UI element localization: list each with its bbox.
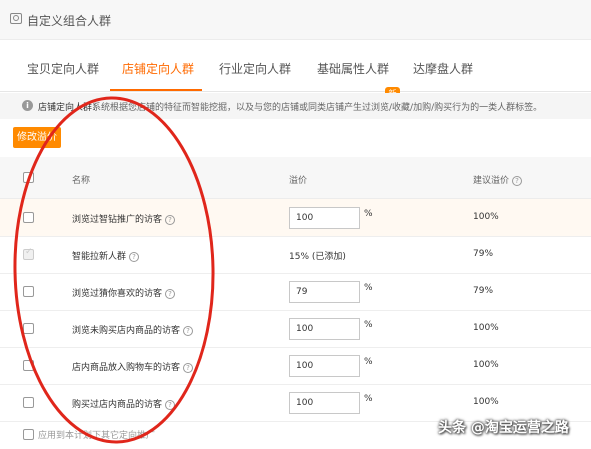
tab-damopan[interactable]: 达摩盘人群 bbox=[413, 60, 473, 77]
help-icon[interactable]: ? bbox=[165, 399, 176, 410]
row-checkbox[interactable] bbox=[23, 286, 34, 297]
help-icon[interactable]: ? bbox=[183, 362, 194, 373]
row-name-text: 浏览过猜你喜欢的访客 bbox=[72, 289, 163, 299]
user-group-icon bbox=[10, 13, 22, 24]
table-row: 店内商品放入购物车的访客? 100 % 100% bbox=[0, 347, 591, 385]
tab-shop-targeting[interactable]: 店铺定向人群 bbox=[122, 60, 194, 77]
premium-input[interactable]: 100 bbox=[289, 207, 360, 229]
panel-header: 自定义组合人群 bbox=[0, 0, 591, 40]
percent-unit: % bbox=[364, 357, 373, 367]
suggested-premium: 100% bbox=[473, 323, 499, 333]
premium-input[interactable]: 100 bbox=[289, 318, 360, 340]
row-name: 浏览过智钻推广的访客? bbox=[72, 212, 176, 225]
info-description: 系统根据您店铺的特征而智能挖掘，以及与您的店铺或同类店铺产生过浏览/收藏/加购/… bbox=[92, 103, 543, 113]
row-name-text: 店内商品放入购物车的访客 bbox=[72, 363, 181, 373]
row-name: 购买过店内商品的访客? bbox=[72, 397, 176, 410]
row-name-text: 智能拉新人群 bbox=[72, 252, 127, 262]
tab-bar: 宝贝定向人群 店铺定向人群 行业定向人群 基础属性人群 达摩盘人群 新 bbox=[0, 40, 591, 101]
column-premium: 溢价 bbox=[289, 176, 308, 186]
column-name: 名称 bbox=[72, 176, 91, 186]
apply-to-plan-label: 应用到本计划下其它定向推广 bbox=[38, 431, 156, 441]
help-icon[interactable]: ? bbox=[183, 325, 194, 336]
row-name: 浏览过猜你喜欢的访客? bbox=[72, 286, 176, 299]
active-tab-indicator bbox=[110, 89, 202, 91]
edit-premium-button[interactable]: 修改溢价 bbox=[13, 127, 61, 148]
suggested-premium: 79% bbox=[473, 286, 494, 296]
row-checkbox[interactable] bbox=[23, 360, 34, 371]
tab-item-targeting[interactable]: 宝贝定向人群 bbox=[27, 60, 99, 77]
panel-title: 自定义组合人群 bbox=[27, 14, 112, 28]
row-checkbox-disabled bbox=[23, 247, 34, 260]
premium-input[interactable]: 79 bbox=[289, 281, 360, 303]
table-row: 浏览未购买店内商品的访客? 100 % 100% bbox=[0, 310, 591, 348]
premium-added-text: 15% (已添加) bbox=[289, 252, 346, 262]
select-all-checkbox[interactable] bbox=[23, 172, 34, 183]
info-bar: i 店铺定向人群： 系统根据您店铺的特征而智能挖掘，以及与您的店铺或同类店铺产生… bbox=[0, 93, 591, 119]
row-checkbox[interactable] bbox=[23, 323, 34, 334]
table-row: 浏览过智钻推广的访客? 100 % 100% bbox=[0, 199, 591, 237]
suggested-premium: 100% bbox=[473, 212, 499, 222]
help-icon[interactable]: ? bbox=[512, 175, 523, 186]
row-name: 智能拉新人群? bbox=[72, 249, 140, 262]
row-name-text: 浏览未购买店内商品的访客 bbox=[72, 326, 181, 336]
row-name-text: 购买过店内商品的访客 bbox=[72, 400, 163, 410]
row-name: 浏览未购买店内商品的访客? bbox=[72, 323, 194, 336]
percent-unit: % bbox=[364, 394, 373, 404]
apply-to-plan-checkbox[interactable] bbox=[23, 429, 34, 440]
row-name-text: 浏览过智钻推广的访客 bbox=[72, 215, 163, 225]
tab-industry-targeting[interactable]: 行业定向人群 bbox=[219, 60, 291, 77]
row-checkbox[interactable] bbox=[23, 397, 34, 408]
help-icon[interactable]: ? bbox=[165, 288, 176, 299]
table-row: 智能拉新人群? 15% (已添加) 79% bbox=[0, 236, 591, 274]
percent-unit: % bbox=[364, 283, 373, 293]
help-icon[interactable]: ? bbox=[165, 214, 176, 225]
premium-input[interactable]: 100 bbox=[289, 355, 360, 377]
info-icon: i bbox=[22, 100, 33, 111]
table-row: 浏览过猜你喜欢的访客? 79 % 79% bbox=[0, 273, 591, 311]
row-name: 店内商品放入购物车的访客? bbox=[72, 360, 194, 373]
percent-unit: % bbox=[364, 209, 373, 219]
suggested-premium: 79% bbox=[473, 249, 494, 259]
suggested-premium: 100% bbox=[473, 360, 499, 370]
tab-basic-attributes[interactable]: 基础属性人群 bbox=[317, 60, 389, 77]
percent-unit: % bbox=[364, 320, 373, 330]
premium-input[interactable]: 100 bbox=[289, 392, 360, 414]
row-checkbox[interactable] bbox=[23, 212, 34, 223]
suggested-premium: 100% bbox=[473, 397, 499, 407]
column-suggest: 建议溢价? bbox=[473, 173, 523, 186]
column-suggest-label: 建议溢价 bbox=[473, 176, 510, 186]
table-header: 名称 溢价 建议溢价? bbox=[0, 157, 591, 199]
help-icon[interactable]: ? bbox=[129, 251, 140, 262]
watermark-text: 头条 @淘宝运营之路 bbox=[438, 420, 569, 436]
